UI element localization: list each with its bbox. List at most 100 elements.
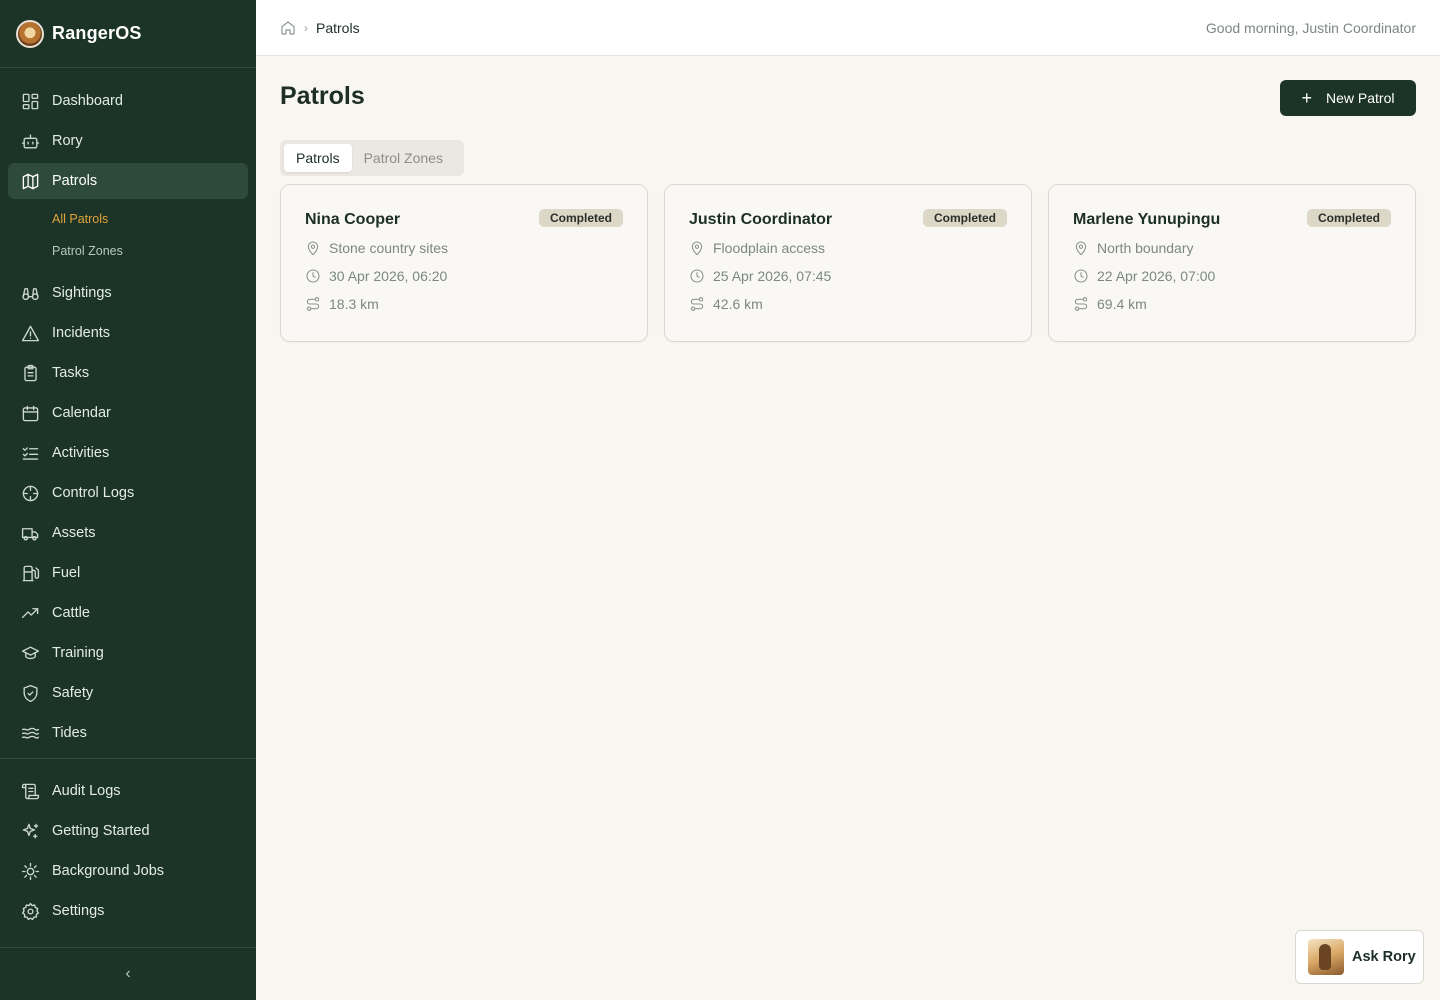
sidebar-item-tides[interactable]: Tides [8,715,248,751]
collapse-sidebar-button[interactable]: ‹ [0,948,256,1000]
sidebar-item-audit-logs[interactable]: Audit Logs [8,773,248,809]
new-patrol-label: New Patrol [1326,90,1395,106]
status-badge: Completed [1306,209,1391,227]
patrol-card[interactable]: Justin Coordinator Completed Floodplain … [664,184,1032,342]
patrol-distance: 69.4 km [1073,295,1391,313]
patrol-distance-text: 42.6 km [713,296,763,312]
status-badge: Completed [538,209,623,227]
patrol-datetime: 22 Apr 2026, 07:00 [1073,267,1391,285]
chevron-right-icon: › [304,20,308,35]
app-logo [16,19,44,48]
sidebar-item-assets[interactable]: Assets [8,515,248,551]
map-pin-icon [689,240,705,256]
sidebar-item-settings[interactable]: Settings [8,893,248,929]
sidebar-item-label: Control Logs [52,485,135,501]
sidebar-item-activities[interactable]: Activities [8,435,248,471]
subnav-all-patrols[interactable]: All Patrols [0,203,256,235]
plus-icon: + [1301,88,1313,108]
sidebar-item-label: Activities [52,445,110,461]
scroll-icon [20,781,40,801]
new-patrol-button[interactable]: + New Patrol [1280,80,1416,116]
patrols-subnav: All Patrols Patrol Zones [0,203,256,267]
ask-rory-label: Ask Rory [1352,949,1416,965]
sidebar-divider [0,758,256,759]
sidebar-item-rory[interactable]: Rory [8,123,248,159]
patrol-zone-text: Stone country sites [329,240,449,256]
ask-rory-button[interactable]: Ask Rory [1295,930,1424,984]
route-icon [689,296,705,312]
topbar: › Patrols Good morning, Justin Coordinat… [256,0,1440,56]
sidebar-item-label: Assets [52,525,96,541]
sidebar-item-label: Tides [52,725,87,741]
sidebar-item-calendar[interactable]: Calendar [8,395,248,431]
cog-icon [20,861,40,881]
route-icon [1073,296,1089,312]
settings-icon [20,901,40,921]
waves-icon [20,723,40,743]
warning-icon [20,323,40,343]
clock-icon [305,268,321,284]
patrol-datetime-text: 25 Apr 2026, 07:45 [713,268,832,284]
patrol-datetime: 25 Apr 2026, 07:45 [689,267,1007,285]
map-pin-icon [1073,240,1089,256]
patrol-datetime-text: 30 Apr 2026, 06:20 [329,268,448,284]
crosshair-icon [20,483,40,503]
sidebar-item-label: Training [52,645,104,661]
breadcrumb-current[interactable]: Patrols [316,20,360,36]
sidebar-item-cattle[interactable]: Cattle [8,595,248,631]
brand[interactable]: RangerOS [0,0,256,68]
sidebar-item-label: Rory [52,133,83,149]
sidebar-item-background-jobs[interactable]: Background Jobs [8,853,248,889]
sidebar-item-label: Getting Started [52,823,150,839]
sidebar-item-dashboard[interactable]: Dashboard [8,83,248,119]
sidebar-item-safety[interactable]: Safety [8,675,248,711]
route-icon [305,296,321,312]
graduation-cap-icon [20,643,40,663]
patrol-card[interactable]: Nina Cooper Completed Stone country site… [280,184,648,342]
sidebar-item-getting-started[interactable]: Getting Started [8,813,248,849]
status-badge: Completed [922,209,1007,227]
clock-icon [689,268,705,284]
sidebar-nav: Dashboard Rory Patrols All Patrols Patro… [0,83,256,755]
map-icon [20,171,40,191]
clock-icon [1073,268,1089,284]
patrol-card[interactable]: Marlene Yunupingu Completed North bounda… [1048,184,1416,342]
patrol-zone-text: Floodplain access [713,240,826,256]
sidebar-item-label: Audit Logs [52,783,121,799]
sidebar-item-label: Incidents [52,325,111,341]
tab-patrol-zones[interactable]: Patrol Zones [352,144,455,172]
page-title: Patrols [280,82,365,110]
greeting: Good morning, Justin Coordinator [1205,19,1416,36]
calendar-icon [20,403,40,423]
sidebar-item-sightings[interactable]: Sightings [8,275,248,311]
sidebar-item-tasks[interactable]: Tasks [8,355,248,391]
sidebar: RangerOS Dashboard Rory Patrols All Patr… [0,0,256,1000]
robot-icon [20,131,40,151]
sidebar-item-label: Sightings [52,285,112,301]
patrol-distance: 42.6 km [689,295,1007,313]
tab-bar: Patrols Patrol Zones [280,140,464,176]
binoculars-icon [20,283,40,303]
tab-patrols[interactable]: Patrols [284,144,352,172]
sidebar-item-label: Calendar [52,405,111,421]
sidebar-item-incidents[interactable]: Incidents [8,315,248,351]
patrol-datetime: 30 Apr 2026, 06:20 [305,267,623,285]
patrol-zone: North boundary [1073,239,1391,257]
sidebar-item-label: Fuel [52,565,81,581]
patrol-distance-text: 69.4 km [1097,296,1147,312]
subnav-patrol-zones[interactable]: Patrol Zones [0,235,256,267]
sidebar-item-label: Dashboard [52,93,123,109]
home-icon[interactable] [280,20,296,36]
patrol-distance-text: 18.3 km [329,296,379,312]
shield-check-icon [20,683,40,703]
sparkles-icon [20,821,40,841]
sidebar-item-training[interactable]: Training [8,635,248,671]
patrol-distance: 18.3 km [305,295,623,313]
sidebar-item-patrols[interactable]: Patrols [8,163,248,199]
sidebar-item-control-logs[interactable]: Control Logs [8,475,248,511]
sidebar-item-label: Patrols [52,173,98,189]
sidebar-item-fuel[interactable]: Fuel [8,555,248,591]
sidebar-bottom-nav: Audit Logs Getting Started Background Jo… [0,773,256,933]
list-checks-icon [20,443,40,463]
clipboard-icon [20,363,40,383]
